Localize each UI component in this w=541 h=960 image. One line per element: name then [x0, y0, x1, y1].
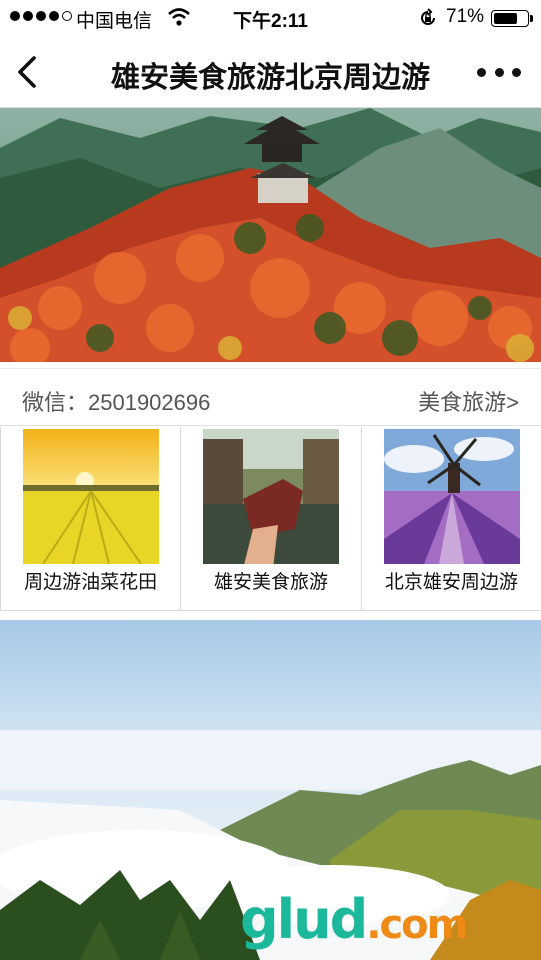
- rapeseed-field-image: [23, 429, 159, 564]
- banner-image[interactable]: [0, 108, 541, 362]
- windmill-flowers-image: [383, 429, 520, 564]
- grid-item-label: 北京雄安周边游: [384, 572, 518, 593]
- canal-cake-image: [203, 429, 340, 564]
- grid-item-label: 周边游油菜花田: [24, 572, 158, 593]
- grid-item-label: 雄安美食旅游: [213, 572, 328, 593]
- battery-percent: 71%: [446, 6, 485, 27]
- food-travel-link[interactable]: 美食旅游>: [418, 385, 519, 417]
- info-row: 微信：2501902696 美食旅游>: [0, 368, 541, 426]
- nav-bar: 雄安美食旅游北京周边游: [0, 36, 541, 108]
- wechat-id: 微信：2501902696: [22, 390, 211, 415]
- page: 中国电信 下午2:11 71% 雄安美食旅游北京周边游 微信：250190269…: [0, 0, 541, 960]
- thumbnail-grid: 周边游油菜花田 雄安美食旅游 北京雄安周边游: [0, 427, 541, 611]
- grid-item-food[interactable]: 雄安美食旅游: [180, 427, 362, 611]
- battery-icon: [491, 10, 533, 27]
- watermark-logo: glud.com: [240, 888, 468, 951]
- more-options-icon[interactable]: [477, 60, 521, 84]
- status-bar: 中国电信 下午2:11 71%: [0, 0, 541, 36]
- grid-item-beijing[interactable]: 北京雄安周边游: [360, 427, 541, 611]
- rotation-lock-icon: [421, 8, 435, 25]
- page-title: 雄安美食旅游北京周边游: [110, 62, 430, 94]
- grid-item-rapeseed[interactable]: 周边游油菜花田: [0, 427, 182, 611]
